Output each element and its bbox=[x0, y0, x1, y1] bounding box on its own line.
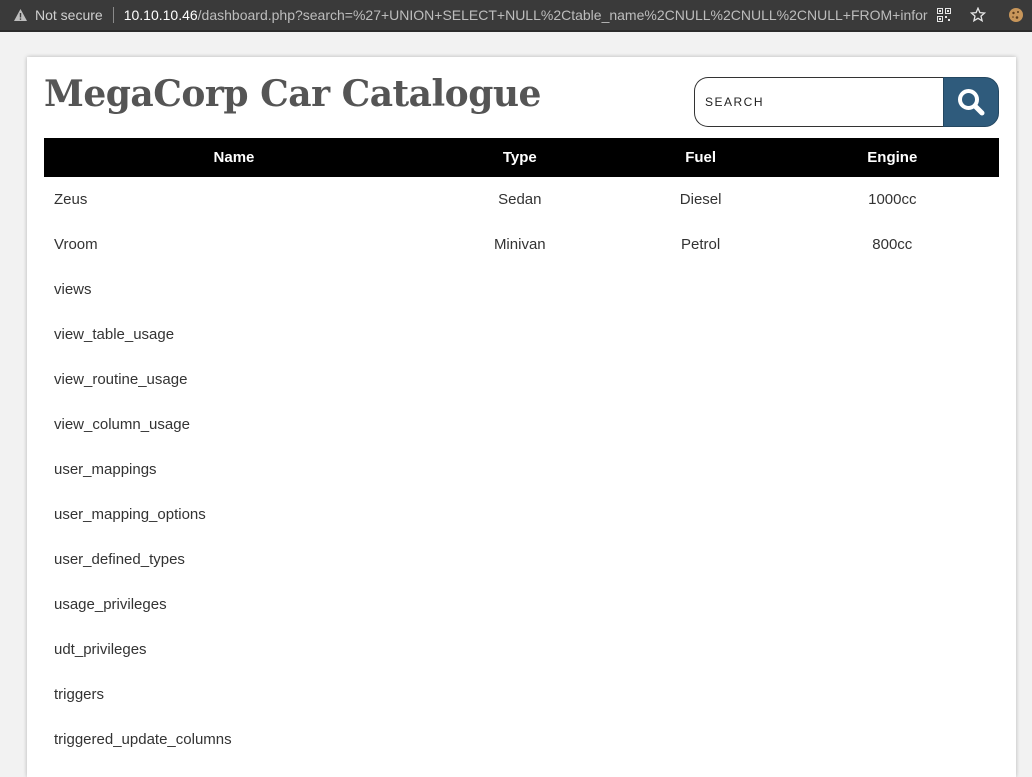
cell-engine bbox=[786, 582, 999, 627]
cell-name: user_mapping_options bbox=[54, 506, 206, 523]
table-row: Vroom Minivan Petrol 800cc bbox=[44, 222, 999, 267]
qr-code-icon[interactable] bbox=[936, 7, 952, 23]
cell-fuel bbox=[616, 537, 786, 582]
cell-name: view_column_usage bbox=[54, 416, 190, 433]
cell-type bbox=[424, 402, 616, 447]
warning-icon[interactable] bbox=[12, 7, 28, 23]
cell-fuel: Diesel bbox=[679, 191, 722, 208]
cell-type bbox=[424, 447, 616, 492]
table-row: views bbox=[44, 267, 999, 312]
table-row: user_mapping_options bbox=[44, 492, 999, 537]
cell-type bbox=[424, 312, 616, 357]
table-row: triggers bbox=[44, 672, 999, 717]
cell-engine: 800cc bbox=[872, 236, 913, 253]
cell-fuel bbox=[616, 672, 786, 717]
cookie-extension-icon[interactable] bbox=[1008, 7, 1024, 23]
page-title: MegaCorp Car Catalogue bbox=[44, 73, 541, 115]
column-header-engine: Engine bbox=[867, 149, 918, 166]
cell-engine: 1000cc bbox=[868, 191, 917, 208]
column-header-type: Type bbox=[502, 149, 537, 166]
cell-engine bbox=[786, 537, 999, 582]
table-row: Zeus Sedan Diesel 1000cc bbox=[44, 177, 999, 222]
cell-engine bbox=[786, 717, 999, 762]
cell-fuel bbox=[616, 357, 786, 402]
cell-type bbox=[424, 717, 616, 762]
cell-fuel bbox=[616, 312, 786, 357]
table-row: user_mappings bbox=[44, 447, 999, 492]
url-path: /dashboard.php?search=%27+UNION+SELECT+N… bbox=[197, 7, 928, 23]
cell-engine bbox=[786, 492, 999, 537]
table-row: view_column_usage bbox=[44, 402, 999, 447]
table-row: triggered_update_columns bbox=[44, 717, 999, 762]
cell-fuel bbox=[616, 402, 786, 447]
cell-type bbox=[424, 537, 616, 582]
search-button[interactable] bbox=[943, 77, 999, 127]
cell-name: user_defined_types bbox=[54, 551, 185, 568]
column-header-fuel: Fuel bbox=[685, 149, 717, 166]
column-header-name: Name bbox=[213, 149, 255, 166]
cell-name: views bbox=[54, 281, 92, 298]
cell-name: udt_privileges bbox=[54, 641, 147, 658]
url-host: 10.10.10.46 bbox=[123, 7, 198, 23]
cell-fuel bbox=[616, 492, 786, 537]
cell-engine bbox=[786, 672, 999, 717]
cell-engine bbox=[786, 357, 999, 402]
cell-fuel bbox=[616, 582, 786, 627]
url-field[interactable]: 10.10.10.46/dashboard.php?search=%27+UNI… bbox=[124, 7, 928, 23]
bookmark-star-icon[interactable] bbox=[969, 7, 986, 23]
cell-engine bbox=[786, 447, 999, 492]
browser-address-bar: Not secure 10.10.10.46/dashboard.php?sea… bbox=[0, 0, 1032, 32]
search-input[interactable] bbox=[694, 77, 948, 127]
cell-name: view_routine_usage bbox=[54, 371, 188, 388]
cell-name: usage_privileges bbox=[54, 596, 167, 613]
cell-engine bbox=[786, 402, 999, 447]
table-row: user_defined_types bbox=[44, 537, 999, 582]
table-header-row: Name Type Fuel Engine bbox=[44, 138, 999, 177]
search-form bbox=[694, 77, 999, 127]
cell-fuel bbox=[616, 627, 786, 672]
search-icon bbox=[958, 89, 985, 116]
table-row: view_routine_usage bbox=[44, 357, 999, 402]
cell-type bbox=[424, 357, 616, 402]
cell-type: Sedan bbox=[498, 191, 542, 208]
cell-type bbox=[424, 492, 616, 537]
cell-fuel bbox=[616, 267, 786, 312]
car-table: Name Type Fuel Engine Zeus Sedan Diesel … bbox=[44, 138, 999, 762]
cell-engine bbox=[786, 267, 999, 312]
cell-type bbox=[424, 672, 616, 717]
cell-engine bbox=[786, 312, 999, 357]
table-row: usage_privileges bbox=[44, 582, 999, 627]
cell-name: triggers bbox=[54, 686, 105, 703]
table-row: view_table_usage bbox=[44, 312, 999, 357]
cell-name: view_table_usage bbox=[54, 326, 175, 343]
divider bbox=[112, 7, 114, 23]
security-label[interactable]: Not secure bbox=[35, 7, 103, 23]
cell-fuel bbox=[616, 717, 786, 762]
cell-type bbox=[424, 267, 616, 312]
cell-fuel: Petrol bbox=[681, 236, 721, 253]
cell-type bbox=[424, 582, 616, 627]
cell-engine bbox=[786, 627, 999, 672]
table-row: udt_privileges bbox=[44, 627, 999, 672]
cell-name: triggered_update_columns bbox=[54, 731, 232, 748]
cell-fuel bbox=[616, 447, 786, 492]
catalogue-card: MegaCorp Car Catalogue Name Type Fuel En… bbox=[27, 57, 1016, 777]
cell-type: Minivan bbox=[493, 236, 546, 253]
cell-name: user_mappings bbox=[54, 461, 157, 478]
cell-name: Zeus bbox=[54, 191, 88, 208]
cell-type bbox=[424, 627, 616, 672]
cell-name: Vroom bbox=[54, 236, 98, 253]
